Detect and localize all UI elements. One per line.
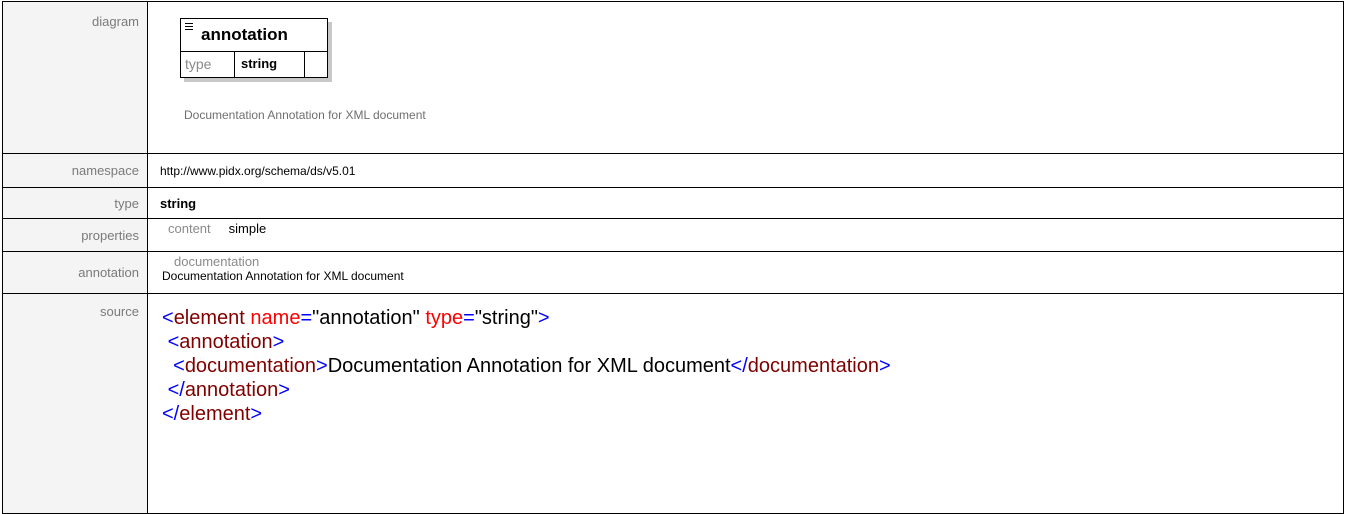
properties-cell: content simple (147, 218, 1344, 252)
annotation-value: Documentation Annotation for XML documen… (162, 269, 404, 283)
diagram-caption: Documentation Annotation for XML documen… (184, 108, 426, 122)
element-diagram: annotation type string Documentation Ann… (160, 2, 1343, 142)
label-namespace: namespace (2, 153, 148, 188)
element-name: annotation (201, 25, 288, 44)
source-line-5: </element> (162, 403, 263, 425)
element-box[interactable]: annotation type string (180, 18, 328, 78)
row-type: type string (2, 187, 1344, 219)
annotation-cell: documentation Documentation Annotation f… (147, 251, 1344, 294)
namespace-value: http://www.pidx.org/schema/ds/v5.01 (147, 153, 1344, 188)
menu-lines-icon (185, 23, 193, 31)
row-source: source <element name="annotation" type="… (2, 293, 1344, 514)
row-diagram: diagram annotation type string Documenta… (2, 1, 1344, 154)
source-code: <element name="annotation" type="string"… (160, 294, 1343, 426)
property-key: content (168, 221, 211, 236)
annotation-key: documentation (174, 254, 260, 269)
element-name-area: annotation (181, 19, 327, 52)
diagram-cell: annotation type string Documentation Ann… (147, 1, 1344, 154)
source-line-1: <element name="annotation" type="string"… (162, 307, 550, 329)
label-annotation: annotation (2, 251, 148, 294)
source-line-4: </annotation> (167, 379, 290, 401)
property-value: simple (228, 221, 267, 236)
source-line-2: <annotation> (167, 331, 285, 353)
label-properties: properties (2, 218, 148, 252)
row-namespace: namespace http://www.pidx.org/schema/ds/… (2, 153, 1344, 188)
type-value[interactable]: string (147, 187, 1344, 219)
label-type: type (2, 187, 148, 219)
label-diagram: diagram (2, 1, 148, 154)
element-doc-table: diagram annotation type string Documenta… (2, 1, 1344, 514)
source-cell: <element name="annotation" type="string"… (147, 293, 1344, 514)
row-properties: properties content simple (2, 218, 1344, 252)
row-annotation: annotation documentation Documentation A… (2, 251, 1344, 294)
source-line-3: <documentation>Documentation Annotation … (173, 355, 891, 377)
label-source: source (2, 293, 148, 514)
